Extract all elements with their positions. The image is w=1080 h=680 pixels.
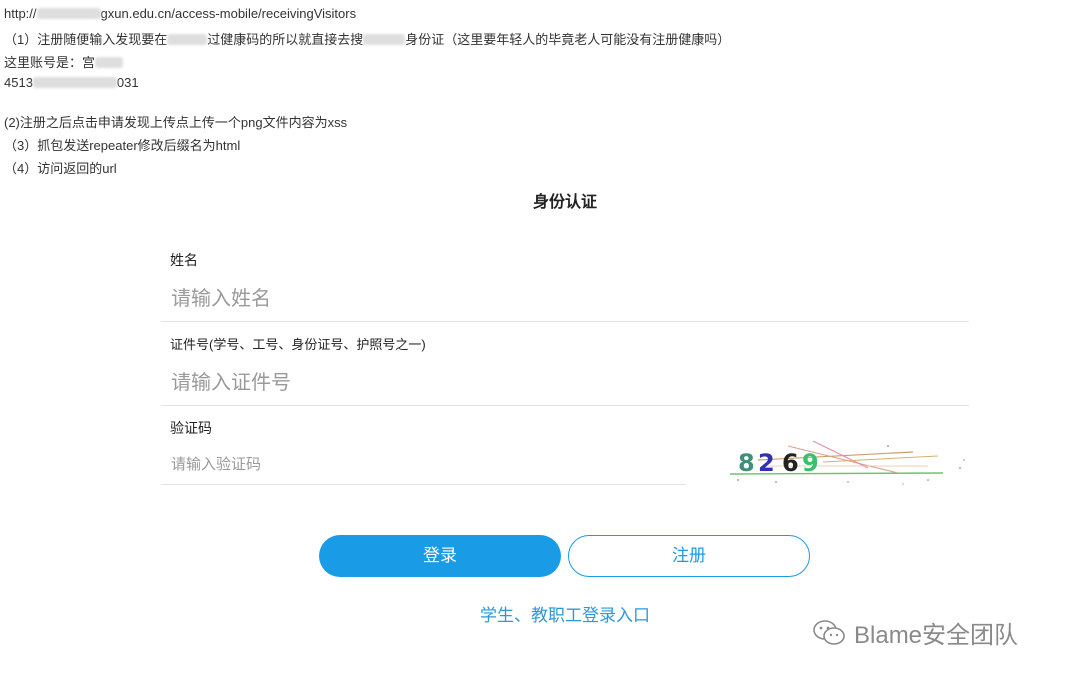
account-name: 宫 — [82, 55, 96, 70]
step1-part-b: 过健康码的所以就直接去搜 — [207, 32, 364, 47]
register-button[interactable]: 注册 — [568, 535, 810, 577]
note-step-4: （4）访问返回的url — [4, 161, 117, 176]
divider — [161, 405, 969, 406]
note-step-1: （1）注册随便输入发现要在 过健康码的所以就直接去搜 身份证（这里要年轻人的毕竟老人… — [4, 29, 730, 48]
note-url: http:// gxun.edu.cn/access-mobile/receivi… — [4, 6, 356, 21]
divider — [161, 484, 686, 485]
page-title: 身份认证 — [532, 194, 597, 211]
redaction — [36, 8, 101, 19]
redaction — [363, 34, 406, 45]
captcha-input[interactable] — [163, 450, 679, 478]
note-account: 这里账号是：宫 — [4, 52, 124, 71]
redaction — [95, 57, 124, 68]
id-input[interactable] — [163, 366, 969, 400]
login-button[interactable]: 登录 — [319, 535, 561, 577]
captcha-image[interactable]: 8 2 6 9 — [728, 438, 973, 488]
divider — [161, 321, 969, 322]
id-prefix: 4513 — [4, 75, 33, 90]
account-label: 这里账号是： — [4, 55, 83, 70]
name-label: 姓名 — [170, 252, 198, 268]
step1-part-c: 身份证（这里要年轻人的毕竟老人可能没有注册健康吗） — [405, 32, 731, 47]
note-step-2: (2)注册之后点击申请发现上传点上传一个png文件内容为xss — [4, 115, 348, 130]
name-input[interactable] — [163, 282, 969, 316]
redaction — [167, 34, 208, 45]
captcha-digit: 2 — [758, 449, 775, 477]
captcha-label: 验证码 — [170, 420, 212, 436]
url-prefix: http:// — [4, 6, 37, 21]
step1-part-a: （1）注册随便输入发现要在 — [4, 32, 168, 47]
note-step-3: （3）抓包发送repeater修改后缀名为html — [4, 138, 241, 153]
watermark-text: Blame安全团队 — [854, 622, 1019, 649]
id-suffix: 031 — [116, 75, 139, 90]
redaction — [32, 77, 117, 88]
captcha-digit: 8 — [738, 449, 755, 477]
captcha-digit: 9 — [802, 449, 819, 477]
url-path: gxun.edu.cn/access-mobile/receivingVisit… — [100, 6, 357, 21]
watermark: Blame安全团队 — [812, 615, 1018, 650]
id-label: 证件号(学号、工号、身份证号、护照号之一) — [170, 337, 426, 352]
wechat-icon — [813, 619, 845, 645]
note-id: 4513 031 — [4, 75, 139, 90]
captcha-digit: 6 — [782, 449, 799, 477]
